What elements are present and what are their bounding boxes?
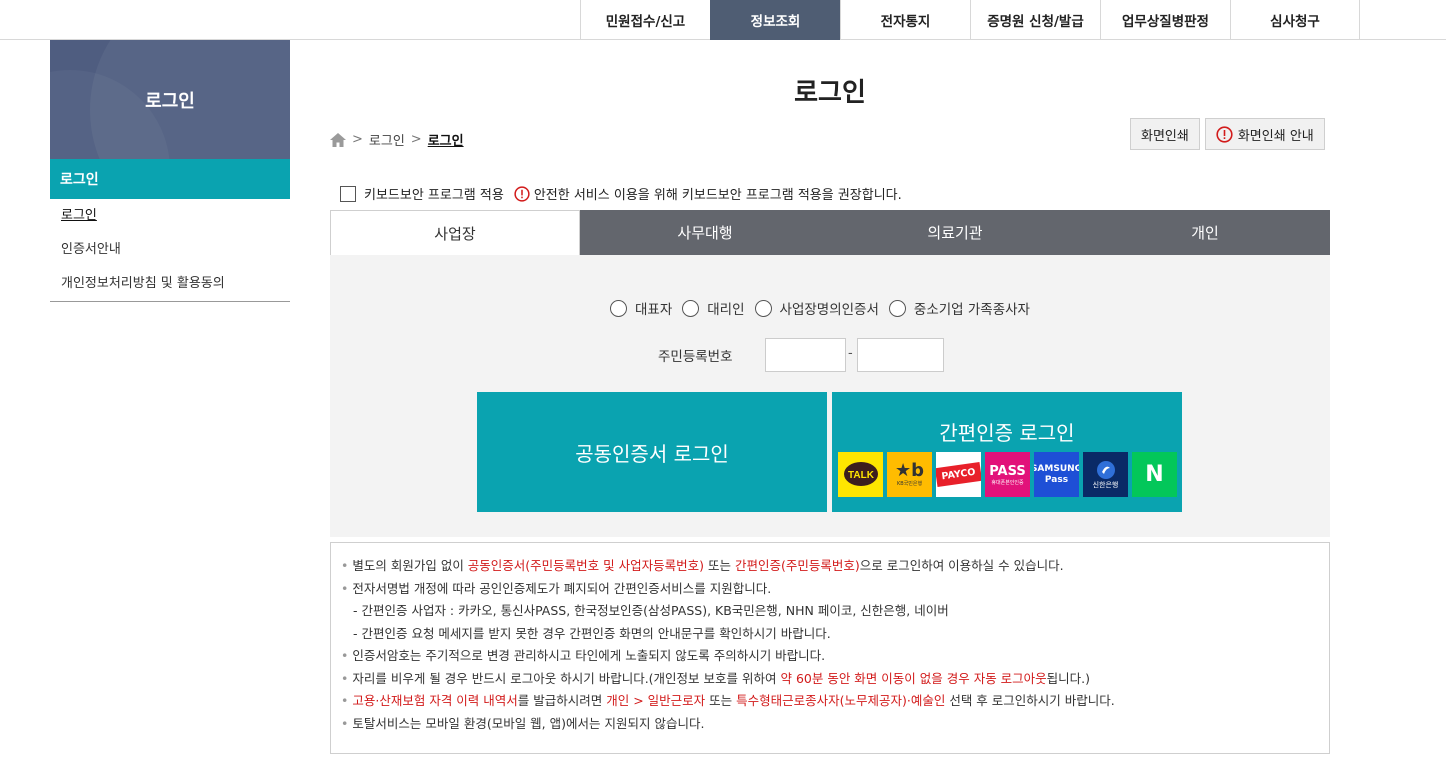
alert-icon — [514, 185, 530, 202]
radio-label: 중소기업 가족종사자 — [913, 302, 1030, 318]
keyboard-security-checkbox[interactable] — [340, 185, 356, 202]
breadcrumb-current[interactable]: 로그인 — [428, 130, 464, 149]
top-menu: 민원접수/신고 정보조회 전자통지 증명원 신청/발급 업무상질병판정 심사청구 — [580, 0, 1360, 40]
notice-line: • 전자서명법 개정에 따라 공인인증제도가 폐지되어 간편인증서비스를 지원합니… — [341, 580, 772, 596]
joint-certificate-login-label: 공동인증서 로그인 — [575, 441, 729, 466]
login-type-tabs: 사업장 사무대행 의료기관 개인 — [330, 210, 1330, 255]
sidebar-submenu: 로그인 인증서안내 개인정보처리방침 및 활용동의 — [50, 199, 290, 302]
pass-logo-icon[interactable]: PASS 휴대폰본인인증 — [985, 452, 1030, 497]
home-icon[interactable] — [330, 132, 346, 147]
tab-medical[interactable]: 의료기관 — [830, 210, 1080, 255]
shinhan-logo-text: 신한은행 — [1092, 480, 1119, 489]
breadcrumb-separator: > — [352, 132, 363, 147]
notice-line: • 별도의 회원가입 없이 공동인증서(주민등록번호 및 사업자등록번호) 또는 … — [341, 558, 1064, 573]
nav-review-request[interactable]: 심사청구 — [1230, 0, 1360, 40]
samsung-pass-logo-text: SAMSUNG Pass — [1034, 463, 1079, 485]
sidebar-item-cert-guide[interactable]: 인증서안내 — [50, 233, 290, 267]
breadcrumb-item[interactable]: 로그인 — [369, 130, 405, 149]
alert-icon — [1216, 125, 1233, 143]
pass-logo-text: PASS — [989, 463, 1026, 479]
radio-agent[interactable] — [682, 299, 700, 317]
breadcrumb-separator: > — [410, 132, 422, 147]
breadcrumb: > 로그인 > 로그인 — [330, 130, 464, 149]
sidebar-selected-menu[interactable]: 로그인 — [50, 159, 290, 199]
rrn-label: 주민등록번호 — [658, 349, 733, 365]
print-guide-label: 화면인쇄 안내 — [1237, 128, 1314, 144]
sidebar-title: 로그인 — [145, 90, 195, 112]
kakao-talk-logo-icon[interactable]: TALK — [838, 452, 883, 497]
notice-line: • 고용·산재보험 자격 이력 내역서를 발급하시려면 개인 > 일반근로자 또는… — [341, 693, 1115, 708]
radio-representative[interactable] — [610, 299, 627, 317]
radio-family-worker[interactable] — [888, 299, 906, 317]
nav-occupational-disease[interactable]: 업무상질병판정 — [1100, 0, 1230, 40]
notice-line: • 인증서암호는 주기적으로 변경 관리하시고 타인에게 노출되지 않도록 주의하… — [341, 648, 826, 663]
radio-label: 대리인 — [707, 302, 745, 318]
notice-subline: - 간편인증 사업자 : 카카오, 통신사PASS, 한국정보인증(삼성PASS… — [353, 603, 949, 618]
print-button[interactable]: 화면인쇄 — [1130, 118, 1200, 150]
kakao-logo-text: TALK — [848, 470, 875, 481]
keyboard-security-notice: 안전한 서비스 이용을 위해 키보드보안 프로그램 적용을 권장합니다. — [533, 188, 902, 203]
nav-info-inquiry[interactable]: 정보조회 — [710, 0, 840, 40]
samsung-pass-logo-icon[interactable]: SAMSUNG Pass — [1034, 452, 1079, 497]
rrn-dash: - — [848, 346, 853, 361]
shinhan-bank-logo-icon[interactable]: 신한은행 — [1083, 452, 1128, 497]
tab-workplace[interactable]: 사업장 — [330, 210, 580, 255]
simple-auth-login-label: 간편인증 로그인 — [939, 421, 1075, 445]
kb-logo-text: KB국민은행 — [896, 481, 923, 487]
radio-label: 사업장명의인증서 — [779, 302, 879, 318]
nav-e-notice[interactable]: 전자통지 — [840, 0, 970, 40]
sidebar-header: 로그인 — [50, 40, 290, 159]
nav-complaint-report[interactable]: 민원접수/신고 — [580, 0, 710, 40]
payco-logo-text: PAYCO — [936, 461, 981, 488]
nav-certificate-issue[interactable]: 증명원 신청/발급 — [970, 0, 1100, 40]
rrn-back-input[interactable] — [857, 338, 944, 372]
sidebar-item-login[interactable]: 로그인 — [50, 199, 290, 233]
tab-agency[interactable]: 사무대행 — [580, 210, 830, 255]
sidebar-item-privacy-policy[interactable]: 개인정보처리방침 및 활용동의 — [50, 267, 290, 301]
print-button-label: 화면인쇄 — [1141, 128, 1189, 144]
login-panel: 대표자 대리인 사업장명의인증서 중소기업 가족종사자 주민등록번호 - 공동인… — [330, 255, 1330, 537]
notice-line: • 자리를 비우게 될 경우 반드시 로그아웃 하시기 바랍니다.(개인정보 보호… — [341, 670, 1091, 686]
login-notice-box: • 별도의 회원가입 없이 공동인증서(주민등록번호 및 사업자등록번호) 또는 … — [330, 542, 1330, 754]
login-role-radio-group: 대표자 대리인 사업장명의인증서 중소기업 가족종사자 — [610, 298, 1040, 318]
simple-auth-login-button[interactable]: 간편인증 로그인 TALK ★b KB국민은행 PAYCO PASS 휴대폰본인… — [832, 392, 1182, 512]
payco-logo-icon[interactable]: PAYCO — [936, 452, 981, 497]
simple-auth-logos: TALK ★b KB국민은행 PAYCO PASS 휴대폰본인인증 SAMSUN… — [838, 452, 1177, 497]
kb-bank-logo-icon[interactable]: ★b KB국민은행 — [887, 452, 932, 497]
print-buttons: 화면인쇄 화면인쇄 안내 — [1130, 118, 1325, 150]
naver-logo-text: N — [1145, 462, 1164, 487]
tab-individual[interactable]: 개인 — [1080, 210, 1330, 255]
print-guide-button[interactable]: 화면인쇄 안내 — [1204, 118, 1325, 150]
radio-label: 대표자 — [635, 302, 673, 318]
keyboard-security-row: 키보드보안 프로그램 적용 안전한 서비스 이용을 위해 키보드보안 프로그램 … — [340, 184, 902, 203]
top-navigation: 민원접수/신고 정보조회 전자통지 증명원 신청/발급 업무상질병판정 심사청구 — [0, 0, 1446, 40]
joint-certificate-login-button[interactable]: 공동인증서 로그인 — [477, 392, 827, 512]
page-title: 로그인 — [794, 78, 866, 108]
notice-subline: - 간편인증 요청 메세지를 받지 못한 경우 간편인증 화면의 안내문구를 확… — [353, 625, 831, 641]
rrn-front-input[interactable] — [765, 338, 846, 372]
keyboard-security-label: 키보드보안 프로그램 적용 — [364, 188, 504, 203]
notice-line: • 토탈서비스는 모바일 환경(모바일 웹, 앱)에서는 지원되지 않습니다. — [341, 715, 705, 731]
radio-business-cert[interactable] — [754, 299, 772, 317]
naver-logo-icon[interactable]: N — [1132, 452, 1177, 497]
